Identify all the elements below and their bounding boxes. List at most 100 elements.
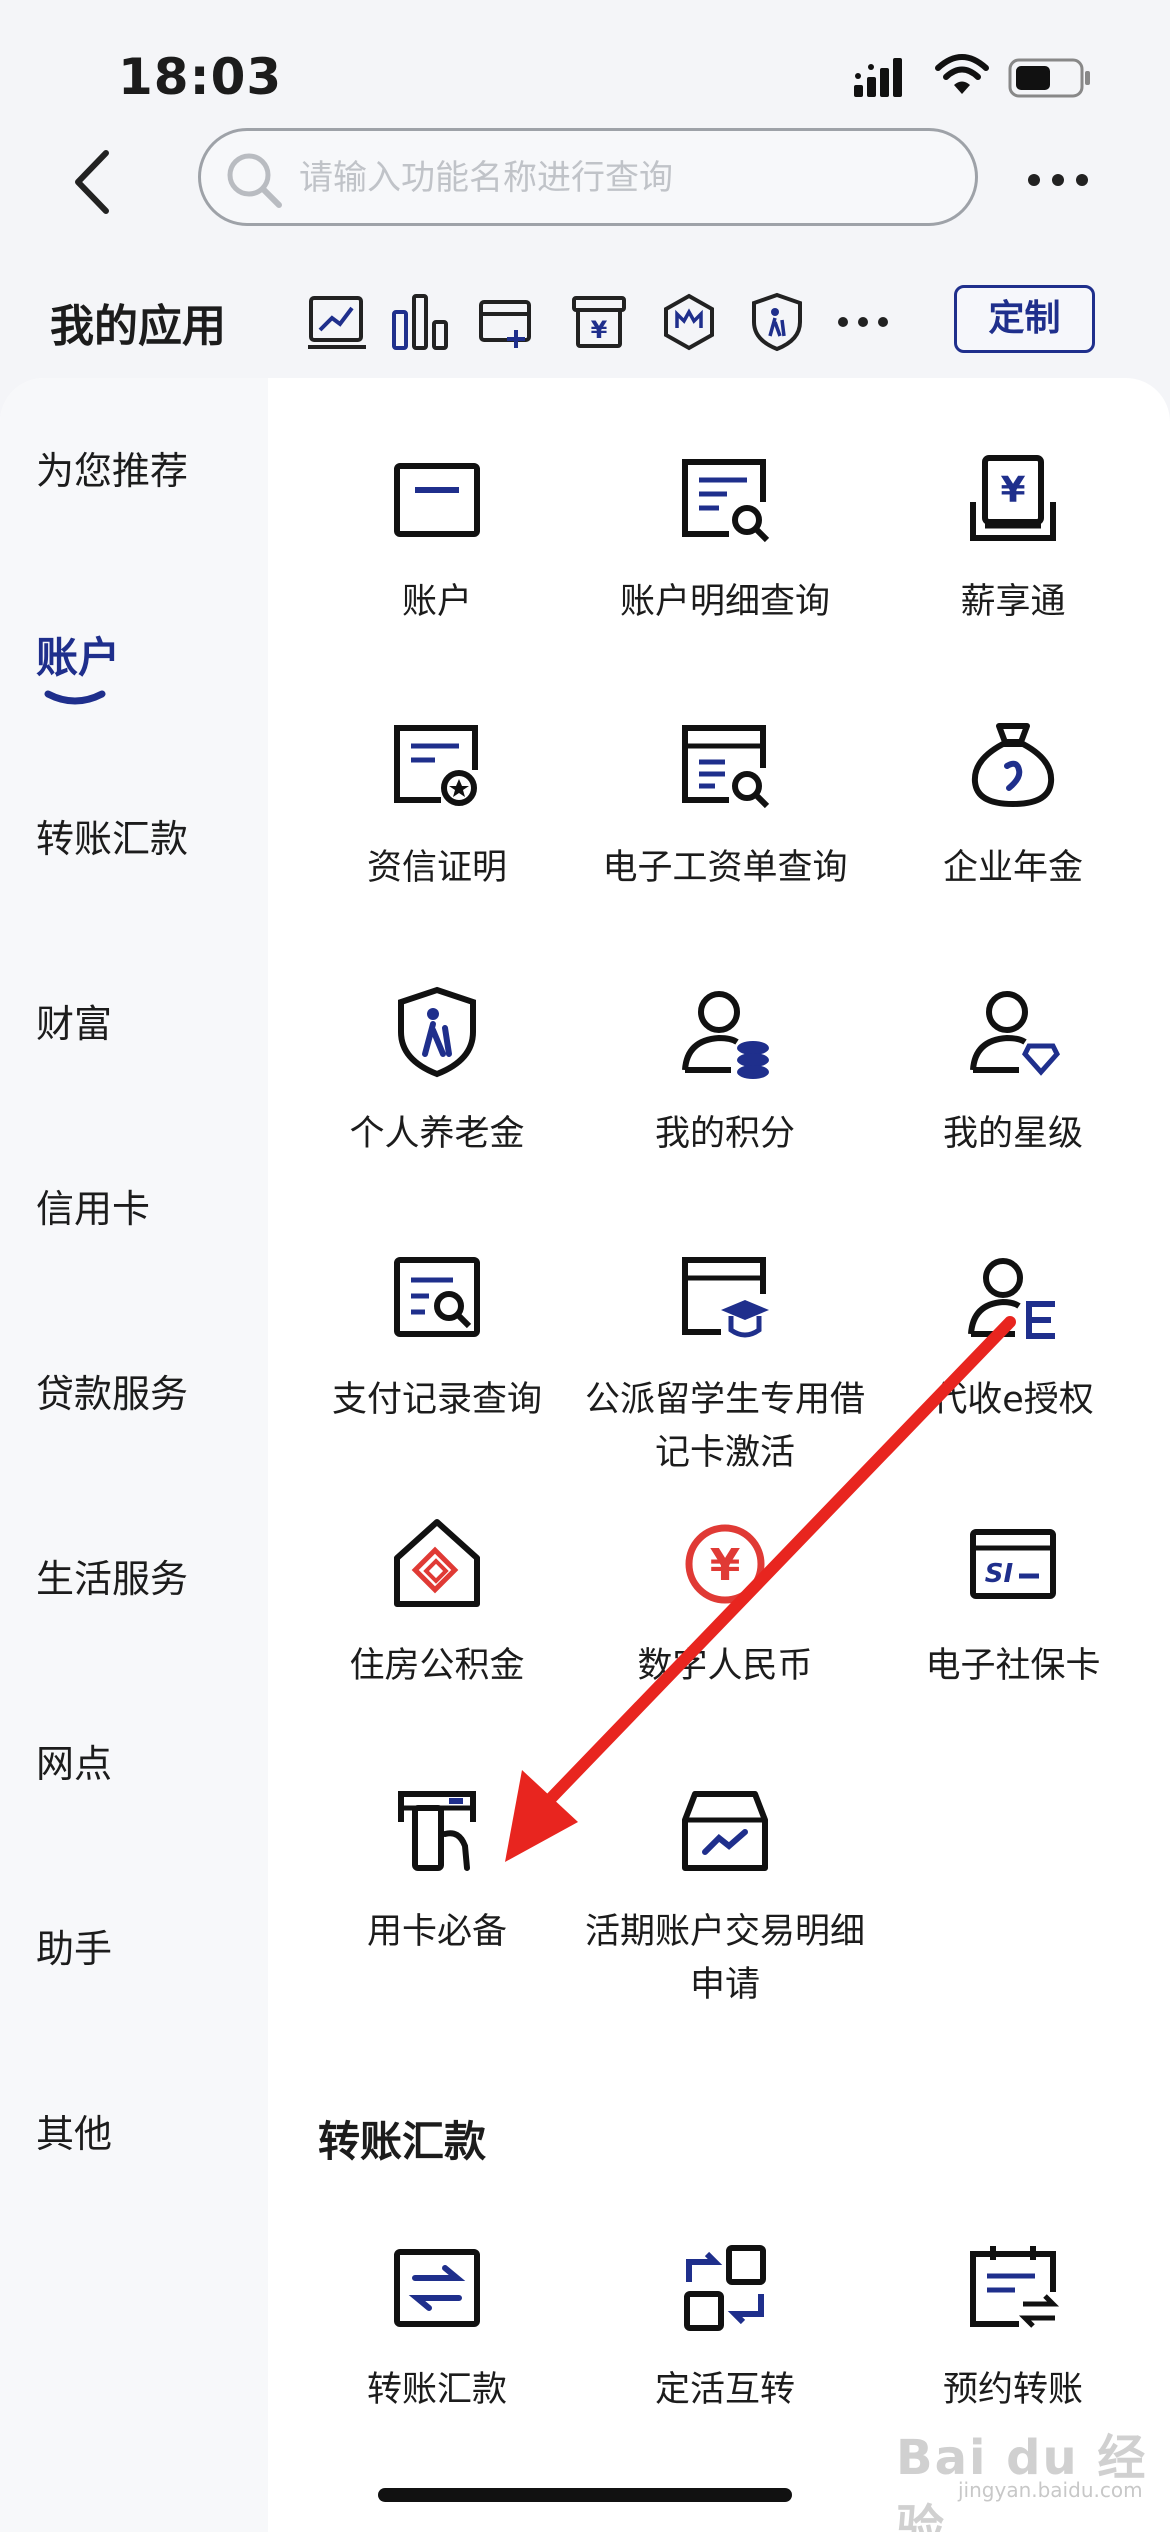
app-account[interactable]: 账户: [297, 450, 577, 629]
more-options-icon[interactable]: [1025, 155, 1091, 205]
user-diamond-icon: [970, 991, 1060, 1076]
app-my-star-level[interactable]: 我的星级: [873, 982, 1153, 1161]
app-label: 资信证明: [366, 848, 507, 888]
app-housing-fund[interactable]: 住房公积金: [297, 1514, 577, 1693]
active-tab-indicator: [44, 690, 106, 705]
search-icon: [227, 153, 282, 208]
app-account-detail[interactable]: 账户明细查询: [585, 450, 865, 629]
sidebar-item-recommended[interactable]: 为您推荐: [36, 440, 188, 495]
crown-hexagon-icon[interactable]: [660, 292, 718, 352]
credit-certificate-icon: [394, 725, 478, 806]
salary-device-icon: ¥: [970, 455, 1056, 541]
status-time: 18:03: [118, 48, 283, 106]
app-scheduled-transfer[interactable]: 预约转账: [873, 2238, 1153, 2417]
app-collection-e-authorization[interactable]: 代收e授权: [873, 1248, 1153, 1427]
app-demand-account-details-request[interactable]: 活期账户交易明细申请: [585, 1780, 865, 2012]
app-digital-rmb[interactable]: ¥ 数字人民币: [585, 1514, 865, 1693]
app-label: 公派留学生专用借记卡激活: [585, 1380, 866, 1473]
cellular-signal-icon: [854, 58, 902, 97]
navigation-bar: [0, 125, 1170, 235]
app-label: 电子社保卡: [925, 1646, 1101, 1686]
elder-shield-icon[interactable]: [748, 292, 806, 352]
more-apps-icon[interactable]: [834, 292, 892, 352]
trend-chart-icon[interactable]: [308, 292, 366, 352]
sidebar-item-other[interactable]: 其他: [36, 2103, 112, 2158]
app-my-points[interactable]: 我的积分: [585, 982, 865, 1161]
app-label: 代收e授权: [932, 1380, 1094, 1420]
app-payslip-query[interactable]: 电子工资单查询: [585, 716, 865, 895]
add-card-icon[interactable]: [478, 292, 536, 352]
scheduled-transfer-icon: [970, 2246, 1060, 2328]
sidebar-item-transfer[interactable]: 转账汇款: [36, 808, 188, 863]
app-label: 账户明细查询: [619, 582, 830, 622]
fixed-demand-swap-icon: [684, 2245, 766, 2331]
user-coins-icon: [682, 991, 769, 1079]
app-label: 住房公积金: [349, 1646, 525, 1686]
pension-shield-icon: [398, 986, 476, 1078]
wifi-icon: [935, 54, 989, 94]
my-apps-bar: 我的应用 ¥ 定制: [0, 270, 1170, 370]
account-detail-search-icon: [682, 459, 770, 543]
app-label: 企业年金: [942, 848, 1083, 888]
app-card-essentials[interactable]: 用卡必备: [297, 1780, 577, 1959]
status-bar: 18:03: [0, 0, 1170, 130]
app-label: 支付记录查询: [331, 1380, 542, 1420]
sidebar-item-loan[interactable]: 贷款服务: [36, 1363, 188, 1418]
app-label: 定活互转: [654, 2370, 795, 2410]
app-payment-records[interactable]: 支付记录查询: [297, 1248, 577, 1427]
app-label: 薪享通: [960, 582, 1066, 622]
yuan-box-icon[interactable]: ¥: [570, 292, 628, 352]
demand-account-box-icon: [682, 1791, 768, 1871]
category-sidebar: 为您推荐 账户 转账汇款 财富 信用卡 贷款服务 生活服务 网点 助手 其他: [0, 378, 268, 2532]
transfer-arrows-icon: [394, 2249, 480, 2327]
my-apps-title: 我的应用: [50, 301, 226, 352]
app-personal-pension[interactable]: 个人养老金: [297, 982, 577, 1161]
section-title-transfer: 转账汇款: [318, 2117, 487, 2166]
search-input[interactable]: [299, 149, 939, 207]
app-label: 账户: [401, 582, 472, 622]
app-student-card-activation[interactable]: 公派留学生专用借记卡激活: [585, 1248, 865, 1480]
sidebar-item-wealth[interactable]: 财富: [36, 993, 112, 1048]
app-label: 预约转账: [942, 2370, 1083, 2410]
money-bag-icon: [971, 723, 1055, 808]
app-label: 活期账户交易明细申请: [585, 1912, 866, 2005]
student-card-icon: [682, 1257, 769, 1338]
watermark-url: jingyan.baidu.com: [958, 2478, 1143, 2502]
account-card-icon: [394, 463, 480, 537]
svg-text:¥: ¥: [710, 1540, 741, 1591]
card-essentials-icon: [398, 1791, 476, 1871]
sidebar-item-life[interactable]: 生活服务: [36, 1548, 188, 1603]
customize-button[interactable]: 定制: [954, 285, 1095, 353]
social-security-card-icon: SI: [970, 1529, 1056, 1599]
sidebar-item-assistant[interactable]: 助手: [36, 1918, 112, 1973]
home-indicator: [378, 2488, 792, 2502]
app-e-social-security-card[interactable]: SI 电子社保卡: [873, 1514, 1153, 1693]
sidebar-item-outlets[interactable]: 网点: [36, 1733, 112, 1788]
bar-chart-icon[interactable]: [390, 292, 448, 352]
search-box[interactable]: [198, 128, 978, 226]
app-transfer[interactable]: 转账汇款: [297, 2238, 577, 2417]
app-fixed-demand-swap[interactable]: 定活互转: [585, 2238, 865, 2417]
app-panel: 为您推荐 账户 转账汇款 财富 信用卡 贷款服务 生活服务 网点 助手 其他 账…: [0, 378, 1170, 2532]
svg-text:¥: ¥: [591, 316, 608, 344]
app-label: 数字人民币: [637, 1646, 813, 1686]
svg-text:¥: ¥: [1000, 470, 1025, 511]
sidebar-item-account[interactable]: 账户: [36, 624, 120, 685]
app-label: 我的积分: [654, 1114, 795, 1154]
payslip-search-icon: [682, 725, 770, 809]
app-label: 我的星级: [942, 1114, 1083, 1154]
app-label: 转账汇款: [366, 2370, 507, 2410]
digital-rmb-icon: ¥: [685, 1524, 765, 1604]
sidebar-item-credit-card[interactable]: 信用卡: [36, 1178, 150, 1233]
back-arrow-icon[interactable]: [62, 145, 122, 219]
user-e-icon: [968, 1258, 1055, 1339]
app-label: 电子工资单查询: [602, 848, 848, 888]
battery-icon: [1008, 58, 1090, 98]
app-enterprise-annuity[interactable]: 企业年金: [873, 716, 1153, 895]
app-label: 用卡必备: [366, 1912, 507, 1952]
housing-fund-icon: [394, 1519, 480, 1607]
app-salary-pass[interactable]: ¥ 薪享通: [873, 450, 1153, 629]
app-credit-certificate[interactable]: 资信证明: [297, 716, 577, 895]
svg-text:SI: SI: [985, 1559, 1014, 1589]
payment-record-search-icon: [394, 1257, 480, 1337]
